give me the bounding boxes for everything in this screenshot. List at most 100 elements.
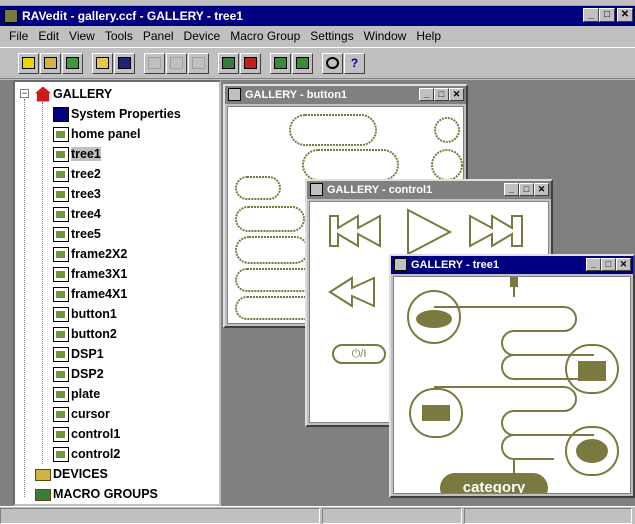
button1-minimize-button[interactable]: _	[419, 88, 434, 101]
menu-help[interactable]: Help	[411, 29, 446, 43]
help-button[interactable]: ?	[344, 52, 365, 74]
panel-icon	[53, 166, 69, 182]
collapse-gallery-icon[interactable]: −	[20, 89, 29, 98]
cut-icon	[148, 57, 161, 69]
cut-button[interactable]	[144, 52, 165, 74]
panel-icon	[53, 146, 69, 162]
control1-minimize-button[interactable]: _	[504, 183, 519, 196]
menu-view[interactable]: View	[64, 29, 100, 43]
menu-file[interactable]: File	[4, 29, 33, 43]
button1-close-button[interactable]: ✕	[449, 88, 464, 101]
tree-item[interactable]: frame3X1	[53, 265, 127, 283]
tree-item[interactable]: DSP1	[53, 345, 104, 363]
status-bar	[0, 506, 635, 524]
paste-button[interactable]	[188, 52, 209, 74]
tree1-minimize-button[interactable]: _	[586, 258, 601, 271]
menu-settings[interactable]: Settings	[305, 29, 358, 43]
tree-item-label: home panel	[71, 127, 141, 141]
gallery-tree[interactable]: − GALLERY System Properties home panel t…	[13, 80, 221, 506]
button1-maximize-button[interactable]: □	[434, 88, 449, 101]
tree-item[interactable]: DSP2	[53, 365, 104, 383]
record-button[interactable]	[240, 52, 261, 74]
open-panel-icon	[44, 57, 57, 69]
panel-icon	[53, 306, 69, 322]
maximize-button[interactable]: □	[599, 8, 615, 22]
panel-window-icon	[394, 258, 407, 271]
copy-button[interactable]	[166, 52, 187, 74]
tree-root-gallery[interactable]: GALLERY	[35, 85, 112, 103]
help-icon: ?	[350, 56, 359, 70]
control1-close-button[interactable]: ✕	[534, 183, 549, 196]
save-icon	[118, 57, 131, 69]
tree-macro-groups[interactable]: MACRO GROUPS	[35, 485, 158, 503]
camera-icon	[416, 310, 452, 328]
tree-item-label: tree4	[71, 207, 101, 221]
tree-item[interactable]: control2	[53, 445, 120, 463]
tree-item[interactable]: cursor	[53, 405, 110, 423]
tree1-titlebar[interactable]: GALLERY - tree1 _ □ ✕	[391, 256, 633, 274]
tree1-maximize-button[interactable]: □	[601, 258, 616, 271]
target-button[interactable]	[322, 52, 343, 74]
tree-item[interactable]: tree4	[53, 205, 101, 223]
panel-icon	[53, 326, 69, 342]
menu-device[interactable]: Device	[179, 29, 226, 43]
import-button[interactable]	[270, 52, 291, 74]
app-icon	[4, 9, 18, 23]
control1-maximize-button[interactable]: □	[519, 183, 534, 196]
button1-title: GALLERY - button1	[245, 89, 348, 101]
tree-item[interactable]: System Properties	[53, 105, 181, 123]
export-button[interactable]	[292, 52, 313, 74]
tree1-close-button[interactable]: ✕	[616, 258, 631, 271]
target-icon	[326, 57, 339, 69]
folder-open-button[interactable]	[92, 52, 113, 74]
close-button[interactable]: ✕	[617, 8, 633, 22]
panel-icon	[53, 426, 69, 442]
skip-back-icon	[329, 214, 381, 248]
tree-item[interactable]: button1	[53, 305, 117, 323]
tree-item[interactable]: plate	[53, 385, 100, 403]
menu-tools[interactable]: Tools	[100, 29, 138, 43]
menu-edit[interactable]: Edit	[33, 29, 64, 43]
new-button[interactable]	[18, 52, 39, 74]
tree-item[interactable]: home panel	[53, 125, 140, 143]
app-titlebar[interactable]: RAVedit - gallery.ccf - GALLERY - tree1 …	[0, 6, 635, 26]
macro-groups-folder-icon	[35, 489, 51, 501]
menu-macro-group[interactable]: Macro Group	[225, 29, 305, 43]
panel-icon	[53, 226, 69, 242]
power-button[interactable]: ⏻/I	[332, 344, 386, 364]
tree-devices[interactable]: DEVICES	[35, 465, 108, 483]
menu-panel[interactable]: Panel	[138, 29, 179, 43]
minimize-button[interactable]: _	[583, 8, 599, 22]
record-icon	[244, 57, 257, 69]
tree-macro-groups-label: MACRO GROUPS	[53, 487, 158, 501]
add-button[interactable]	[62, 52, 83, 74]
tree-item[interactable]: tree3	[53, 185, 101, 203]
app-title: RAVedit - gallery.ccf - GALLERY - tree1	[22, 9, 243, 23]
button1-titlebar[interactable]: GALLERY - button1 _ □ ✕	[225, 86, 466, 104]
tree-item[interactable]: tree2	[53, 165, 101, 183]
tree-devices-label: DEVICES	[53, 467, 108, 481]
toolbar: ?	[0, 47, 635, 79]
vcr-icon	[422, 405, 450, 421]
add-icon	[66, 57, 79, 69]
edit-button[interactable]	[218, 52, 239, 74]
panel-window-icon	[310, 183, 323, 196]
panel-icon	[53, 406, 69, 422]
tree-item[interactable]: tree5	[53, 225, 101, 243]
new-icon	[22, 57, 35, 69]
tree-item[interactable]: control1	[53, 425, 120, 443]
tree-item-label: plate	[71, 387, 101, 401]
panel-icon	[53, 386, 69, 402]
tree-item[interactable]: frame2X2	[53, 245, 127, 263]
control1-titlebar[interactable]: GALLERY - control1 _ □ ✕	[307, 181, 551, 199]
menu-window[interactable]: Window	[359, 29, 412, 43]
save-button[interactable]	[114, 52, 135, 74]
tree-item[interactable]: frame4X1	[53, 285, 127, 303]
panel-icon	[53, 126, 69, 142]
tree-item[interactable]: button2	[53, 325, 117, 343]
status-cell-2	[464, 508, 632, 524]
tree1-window[interactable]: GALLERY - tree1 _ □ ✕ category	[389, 254, 635, 498]
category-button[interactable]: category	[440, 473, 548, 493]
tree-item-selected[interactable]: tree1	[53, 145, 101, 163]
open-panel-button[interactable]	[40, 52, 61, 74]
